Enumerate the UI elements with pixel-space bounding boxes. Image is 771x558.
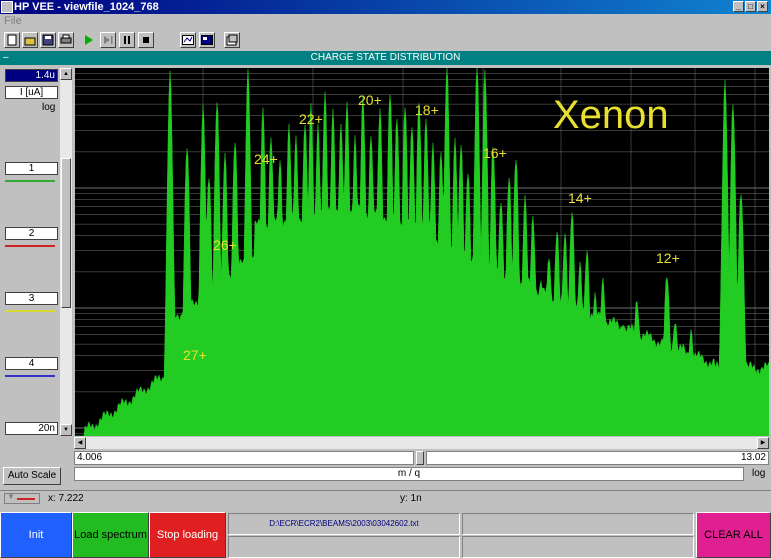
maximize-button[interactable]: □	[745, 1, 756, 12]
horizontal-scrollbar[interactable]: ◀ ▶	[74, 437, 769, 449]
y-unit-label: I [uA]	[5, 86, 58, 99]
file-path-display: D:\ECR\ECR2\BEAMS\2003\03042602.txt	[228, 513, 460, 535]
trace-2-line	[5, 245, 55, 247]
new-file-icon[interactable]	[4, 32, 20, 48]
button-row: Init Load spectrum Stop loading D:\ECR\E…	[0, 512, 771, 558]
properties-icon[interactable]	[224, 32, 240, 48]
charge-label-1: 27+	[183, 347, 207, 363]
trace-2-label[interactable]: 2	[5, 227, 58, 240]
window-title: HP VEE - viewfile_1024_768	[14, 1, 159, 13]
scroll-up-icon[interactable]: ▲	[60, 68, 72, 80]
menu-file[interactable]: File	[4, 15, 22, 27]
load-spectrum-button[interactable]: Load spectrum	[72, 512, 149, 558]
app-icon	[1, 1, 13, 13]
step-icon[interactable]	[100, 32, 116, 48]
panel-view-icon[interactable]	[180, 32, 196, 48]
y-readout: y: 1n	[400, 493, 422, 504]
save-icon[interactable]	[40, 32, 56, 48]
panel-title: CHARGE STATE DISTRIBUTION	[310, 52, 461, 63]
status-display-4	[462, 536, 694, 558]
title-bar: HP VEE - viewfile_1024_768 _ □ ×	[0, 0, 771, 14]
x-max-field[interactable]: 13.02	[426, 451, 769, 465]
detail-view-icon[interactable]	[199, 32, 215, 48]
charge-label-2: 26+	[213, 237, 237, 253]
y-max-field[interactable]: 1.4u	[5, 69, 58, 82]
trace-4-line	[5, 375, 55, 377]
close-button[interactable]: ×	[757, 1, 768, 12]
panel-menu-icon[interactable]: –	[3, 51, 9, 65]
cursor-status-bar: ▼ x: 7.222 y: 1n	[0, 490, 771, 506]
x-range-splitter[interactable]	[416, 451, 424, 465]
marker-trace-icon	[17, 498, 35, 500]
spectrum-chart: Xenon 27+ 26+ 24+ 22+ 20+ 18+ 16+ 14+ 12+	[75, 68, 769, 436]
charge-label-8: 14+	[568, 190, 592, 206]
trace-3-label[interactable]: 3	[5, 292, 58, 305]
stop-icon[interactable]	[138, 32, 154, 48]
charge-label-7: 16+	[483, 145, 507, 161]
x-axis-label: m / q	[74, 467, 744, 481]
minimize-button[interactable]: _	[733, 1, 744, 12]
marker-selector[interactable]: ▼	[4, 492, 40, 504]
x-readout: x: 7.222	[48, 493, 84, 504]
stop-loading-button[interactable]: Stop loading	[149, 512, 226, 558]
trace-1-line	[5, 180, 55, 182]
charge-label-3: 24+	[254, 151, 278, 167]
trace-3-line	[5, 310, 55, 312]
charge-label-9: 12+	[656, 250, 680, 266]
menu-bar: File	[0, 14, 771, 30]
x-scale-label: log	[752, 468, 766, 479]
scroll-left-icon[interactable]: ◀	[74, 437, 86, 449]
x-range-row: 4.006 13.02	[74, 451, 769, 465]
status-display-2	[228, 536, 460, 558]
trace-1-label[interactable]: 1	[5, 162, 58, 175]
auto-scale-button[interactable]: Auto Scale	[3, 467, 61, 485]
spectrum-plot[interactable]: Xenon 27+ 26+ 24+ 22+ 20+ 18+ 16+ 14+ 12+	[75, 68, 769, 436]
status-display-3	[462, 513, 694, 535]
x-min-field[interactable]: 4.006	[74, 451, 414, 465]
y-scale-label: log	[42, 102, 56, 113]
scroll-right-icon[interactable]: ▶	[757, 437, 769, 449]
pause-icon[interactable]	[119, 32, 135, 48]
open-folder-icon[interactable]	[22, 32, 38, 48]
panel-title-bar: – CHARGE STATE DISTRIBUTION	[0, 51, 771, 65]
trace-4-label[interactable]: 4	[5, 357, 58, 370]
charge-label-5: 20+	[358, 92, 382, 108]
init-button[interactable]: Init	[0, 512, 72, 558]
charge-label-4: 22+	[299, 111, 323, 127]
y-min-field[interactable]: 20n	[5, 422, 58, 435]
print-icon[interactable]	[58, 32, 74, 48]
scroll-down-icon[interactable]: ▼	[60, 424, 72, 436]
clear-all-button[interactable]: CLEAR ALL	[696, 512, 771, 558]
run-icon[interactable]	[80, 32, 96, 48]
vertical-scroll-thumb[interactable]	[61, 158, 71, 308]
charge-label-6: 18+	[415, 102, 439, 118]
element-label: Xenon	[553, 93, 669, 137]
vertical-scrollbar[interactable]: ▲ ▼	[60, 68, 72, 436]
toolbar	[0, 30, 771, 50]
